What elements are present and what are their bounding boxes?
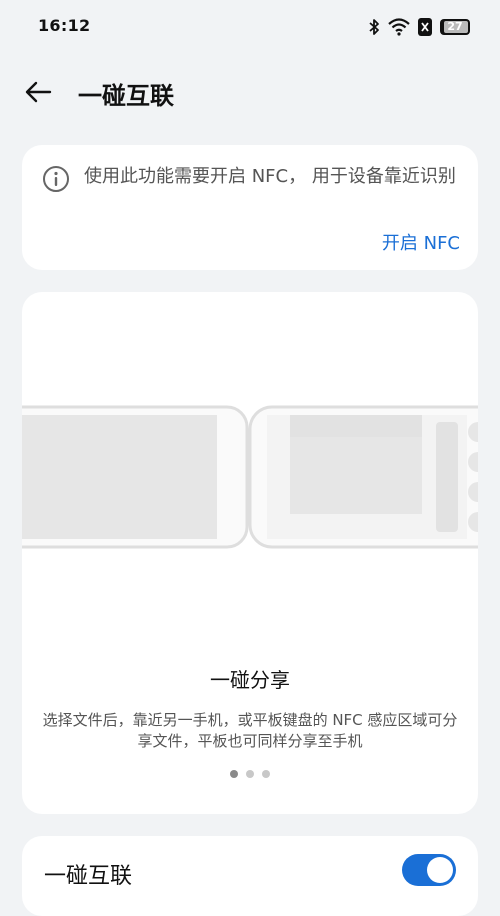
pagination-dot-1[interactable] (230, 770, 238, 778)
feature-title: 一碰分享 (210, 668, 290, 692)
status-bar: 16:12 27 (0, 0, 500, 56)
tap-connect-label: 一碰互联 (44, 864, 133, 889)
tap-connect-setting-row: 一碰互联 (22, 836, 478, 916)
battery-level: 27 (447, 20, 463, 33)
nfc-notice-card: 使用此功能需要开启 NFC， 用于设备靠近识别 开启 NFC (22, 145, 478, 270)
pagination-dot-3[interactable] (262, 770, 270, 778)
nfc-notice-text: 使用此功能需要开启 NFC， 用于设备靠近识别 (84, 166, 456, 187)
toggle-knob (427, 857, 453, 883)
battery-icon: 27 (440, 19, 470, 35)
wifi-icon (388, 18, 410, 36)
sim-icon (418, 18, 432, 36)
page-title: 一碰互联 (78, 82, 174, 110)
enable-nfc-link[interactable]: 开启 NFC (382, 229, 460, 255)
carousel-pagination[interactable] (22, 770, 478, 778)
feature-carousel-card[interactable]: 一碰分享 选择文件后，靠近另一手机，或平板键盘的 NFC 感应区域可分享文件，平… (22, 292, 478, 814)
status-icons: 27 (368, 16, 470, 38)
status-time: 16:12 (38, 16, 91, 35)
back-arrow-icon[interactable] (22, 76, 54, 108)
tap-share-illustration (22, 405, 478, 549)
info-icon (43, 166, 69, 192)
feature-description: 选择文件后，靠近另一手机，或平板键盘的 NFC 感应区域可分享文件，平板也可同样… (42, 711, 458, 750)
bluetooth-icon (369, 19, 379, 35)
app-header: 一碰互联 (0, 62, 500, 122)
tap-connect-toggle[interactable] (402, 854, 456, 886)
pagination-dot-2[interactable] (246, 770, 254, 778)
